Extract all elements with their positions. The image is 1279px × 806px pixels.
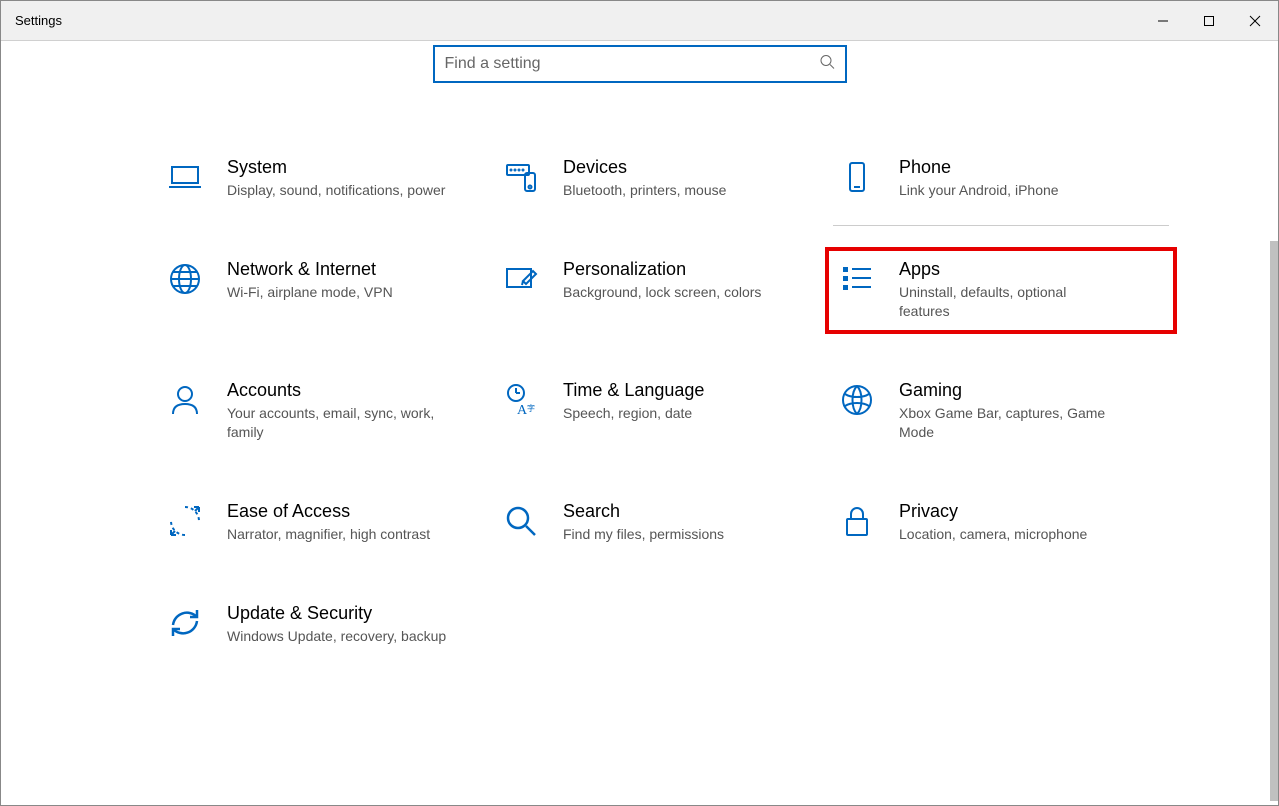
tile-desc: Bluetooth, printers, mouse [563, 181, 726, 201]
accounts-icon [165, 380, 205, 420]
tile-title: Personalization [563, 259, 761, 280]
maximize-button[interactable] [1186, 1, 1232, 40]
phone-icon [837, 157, 877, 197]
tile-desc: Find my files, permissions [563, 525, 724, 545]
devices-icon [501, 157, 541, 197]
gaming-icon [837, 380, 877, 420]
search-tile-icon [501, 501, 541, 541]
tile-desc: Display, sound, notifications, power [227, 181, 445, 201]
tile-phone[interactable]: Phone Link your Android, iPhone [833, 153, 1169, 205]
time-icon: A字 [501, 380, 541, 420]
search-input[interactable] [445, 55, 835, 73]
system-icon [165, 157, 205, 197]
content-area: System Display, sound, notifications, po… [1, 41, 1278, 805]
tile-desc: Location, camera, microphone [899, 525, 1087, 545]
tile-title: Apps [899, 259, 1119, 280]
apps-icon [837, 259, 877, 299]
tile-desc: Wi-Fi, airplane mode, VPN [227, 283, 393, 303]
ease-icon [165, 501, 205, 541]
window-controls [1140, 1, 1278, 40]
scrollbar[interactable] [1270, 241, 1278, 801]
tile-title: Devices [563, 157, 726, 178]
search-wrap [1, 45, 1278, 83]
tile-desc: Your accounts, email, sync, work, family [227, 404, 447, 443]
tile-desc: Uninstall, defaults, optional features [899, 283, 1119, 322]
tile-privacy[interactable]: Privacy Location, camera, microphone [833, 497, 1169, 549]
window-title: Settings [15, 13, 62, 28]
tile-title: Update & Security [227, 603, 446, 624]
tile-gaming[interactable]: Gaming Xbox Game Bar, captures, Game Mod… [833, 376, 1169, 447]
tile-accounts[interactable]: Accounts Your accounts, email, sync, wor… [161, 376, 497, 447]
search-box[interactable] [433, 45, 847, 83]
search-icon [819, 54, 835, 75]
tile-title: Accounts [227, 380, 447, 401]
tile-desc: Link your Android, iPhone [899, 181, 1059, 201]
tile-title: Gaming [899, 380, 1119, 401]
personalization-icon [501, 259, 541, 299]
tile-system[interactable]: System Display, sound, notifications, po… [161, 153, 497, 205]
tile-personalization[interactable]: Personalization Background, lock screen,… [497, 255, 833, 307]
tile-title: System [227, 157, 445, 178]
tile-title: Time & Language [563, 380, 704, 401]
tile-apps[interactable]: Apps Uninstall, defaults, optional featu… [833, 255, 1169, 326]
tile-update[interactable]: Update & Security Windows Update, recove… [161, 599, 497, 651]
tile-title: Ease of Access [227, 501, 430, 522]
tile-search[interactable]: Search Find my files, permissions [497, 497, 833, 549]
tile-ease[interactable]: Ease of Access Narrator, magnifier, high… [161, 497, 497, 549]
privacy-icon [837, 501, 877, 541]
tile-network[interactable]: Network & Internet Wi-Fi, airplane mode,… [161, 255, 497, 307]
update-icon [165, 603, 205, 643]
tile-desc: Xbox Game Bar, captures, Game Mode [899, 404, 1119, 443]
tile-title: Phone [899, 157, 1059, 178]
minimize-button[interactable] [1140, 1, 1186, 40]
tile-desc: Windows Update, recovery, backup [227, 627, 446, 647]
tile-desc: Speech, region, date [563, 404, 704, 424]
tile-title: Privacy [899, 501, 1087, 522]
svg-text:字: 字 [527, 403, 535, 413]
settings-grid: System Display, sound, notifications, po… [161, 153, 1278, 650]
tile-time[interactable]: A字 Time & Language Speech, region, date [497, 376, 833, 428]
tile-devices[interactable]: Devices Bluetooth, printers, mouse [497, 153, 833, 205]
titlebar: Settings [1, 1, 1278, 41]
close-button[interactable] [1232, 1, 1278, 40]
tile-title: Network & Internet [227, 259, 393, 280]
tile-desc: Background, lock screen, colors [563, 283, 761, 303]
tile-desc: Narrator, magnifier, high contrast [227, 525, 430, 545]
tile-title: Search [563, 501, 724, 522]
network-icon [165, 259, 205, 299]
